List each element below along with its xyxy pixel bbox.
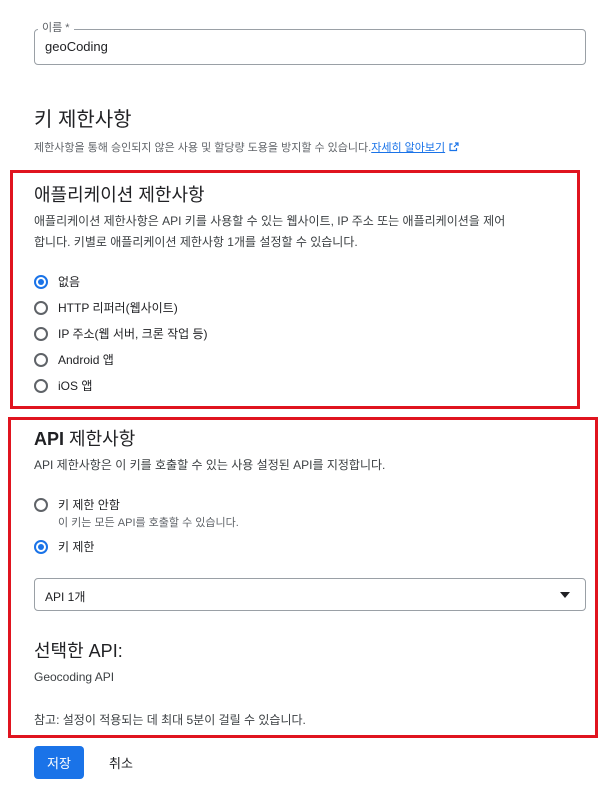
- app-radio-label: Android 앱: [58, 353, 114, 367]
- cancel-button[interactable]: 취소: [96, 746, 146, 779]
- radio-unchecked-icon[interactable]: [34, 300, 48, 315]
- app-restrictions-desc-line1: 애플리케이션 제한사항은 API 키를 사용할 수 있는 웹사이트, IP 주소…: [34, 214, 506, 228]
- radio-checked-icon[interactable]: [34, 539, 48, 554]
- api-radio-restrict[interactable]: 키 제한: [34, 538, 94, 555]
- api-select-value: API 1개: [45, 590, 86, 604]
- api-note: 참고: 설정이 적용되는 데 최대 5분이 걸릴 수 있습니다.: [34, 713, 306, 727]
- app-radio-ios[interactable]: iOS 앱: [34, 377, 92, 394]
- caret-down-icon[interactable]: [560, 592, 570, 598]
- selected-api-item: Geocoding API: [34, 670, 115, 684]
- name-value: geoCoding: [45, 39, 108, 54]
- api-radio-no-restrict[interactable]: 키 제한 안함: [34, 496, 120, 513]
- app-radio-none[interactable]: 없음: [34, 273, 80, 290]
- api-radio-sub-text: 이 키는 모든 API를 호출할 수 있습니다.: [58, 517, 239, 529]
- key-restrictions-description: 제한사항을 통해 승인되지 않은 사용 및 할당량 도용을 방지할 수 있습니다…: [34, 139, 459, 155]
- api-restrictions-title-prefix: API: [34, 429, 65, 449]
- api-restrictions-description: API 제한사항은 이 키를 호출할 수 있는 사용 설정된 API를 지정합니…: [34, 458, 386, 472]
- app-radio-label: HTTP 리퍼러(웹사이트): [58, 301, 178, 315]
- external-link-icon[interactable]: [449, 142, 459, 155]
- radio-unchecked-icon[interactable]: [34, 352, 48, 367]
- radio-unchecked-icon[interactable]: [34, 497, 48, 512]
- app-radio-label: IP 주소(웹 서버, 크론 작업 등): [58, 327, 208, 341]
- name-label: 이름 *: [38, 19, 74, 35]
- app-radio-label: iOS 앱: [58, 379, 93, 393]
- api-restrictions-title: API 제한사항: [34, 425, 135, 451]
- selected-api-title: 선택한 API:: [34, 641, 123, 661]
- key-restrictions-text: 제한사항을 통해 승인되지 않은 사용 및 할당량 도용을 방지할 수 있습니다…: [34, 142, 372, 154]
- api-select-dropdown[interactable]: API 1개: [34, 578, 586, 611]
- app-radio-http-referrer[interactable]: HTTP 리퍼러(웹사이트): [34, 299, 178, 316]
- name-field[interactable]: geoCoding: [34, 29, 586, 65]
- api-restrictions-title-suffix: 제한사항: [64, 429, 136, 449]
- save-button[interactable]: 저장: [34, 746, 84, 779]
- app-radio-ip[interactable]: IP 주소(웹 서버, 크론 작업 등): [34, 325, 208, 342]
- api-radio-label: 키 제한 안함: [58, 498, 120, 512]
- key-restrictions-title: 키 제한사항: [34, 109, 132, 131]
- radio-checked-icon[interactable]: [34, 274, 48, 289]
- app-radio-label: 없음: [58, 275, 81, 289]
- radio-unchecked-icon[interactable]: [34, 326, 48, 341]
- app-restrictions-title: 애플리케이션 제한사항: [34, 185, 205, 205]
- app-restrictions-desc-line2: 합니다. 키별로 애플리케이션 제한사항 1개를 설정할 수 있습니다.: [34, 235, 358, 249]
- app-restrictions-description: 애플리케이션 제한사항은 API 키를 사용할 수 있는 웹사이트, IP 주소…: [34, 211, 505, 253]
- learn-more-link[interactable]: 자세히 알아보기: [371, 142, 445, 154]
- radio-unchecked-icon[interactable]: [34, 378, 48, 393]
- app-radio-android[interactable]: Android 앱: [34, 351, 114, 368]
- api-radio-label: 키 제한: [58, 540, 95, 554]
